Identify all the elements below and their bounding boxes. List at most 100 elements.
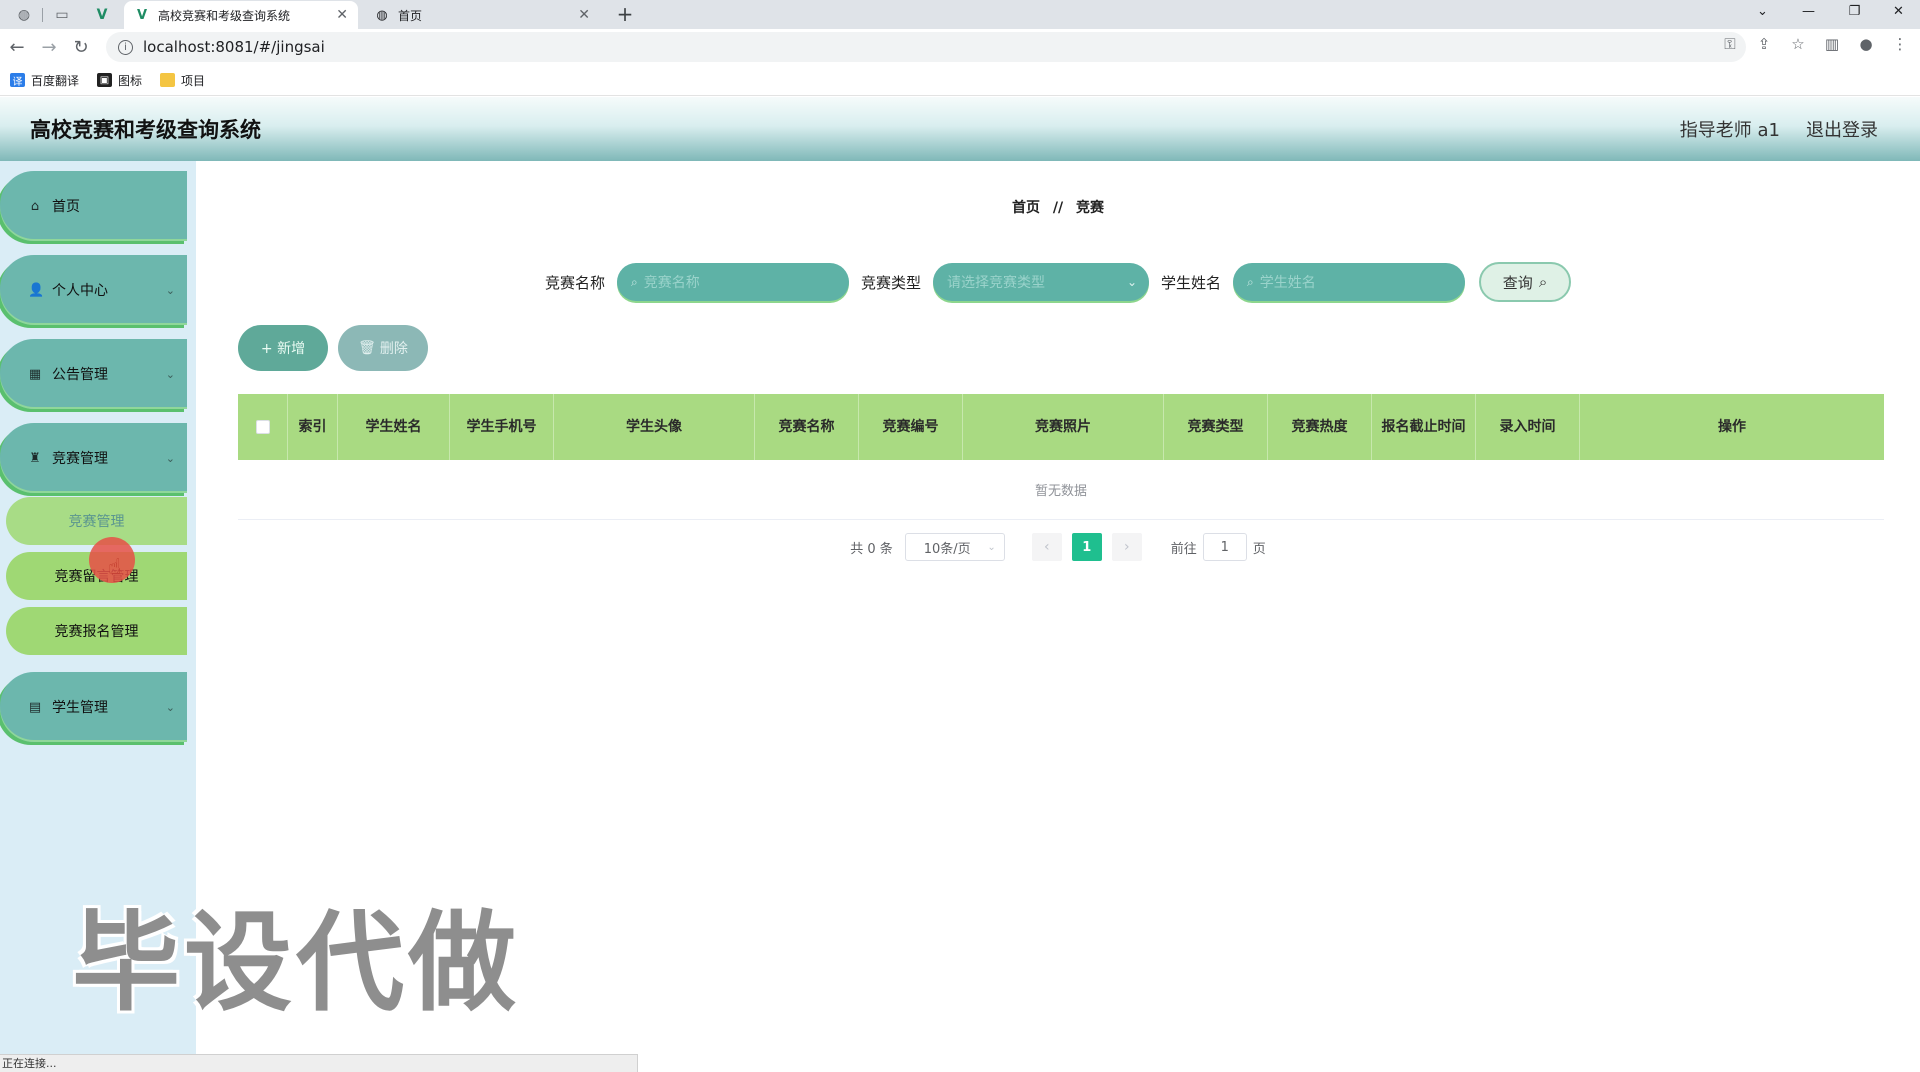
column-header: 学生头像 (554, 394, 755, 460)
back-icon[interactable]: ← (2, 32, 32, 62)
sidepanel-icon[interactable]: ▥ (1822, 35, 1842, 53)
input-placeholder: 学生姓名 (1259, 275, 1316, 291)
bookmark-item[interactable]: 译 百度翻译 (10, 72, 79, 89)
key-icon[interactable]: ⚿ (1720, 35, 1740, 53)
column-header: 索引 (288, 394, 338, 460)
submenu-competition-manage[interactable]: 竞赛管理 (6, 497, 187, 545)
home-icon: ⌂ (30, 198, 40, 214)
page-size-select[interactable]: 10条/页 ⌄ (904, 533, 1005, 561)
query-label: 查询 (1502, 273, 1533, 292)
column-header: 竞赛类型 (1164, 394, 1268, 460)
bookmark-label: 百度翻译 (31, 73, 80, 88)
vue-tab-icon[interactable]: V (88, 3, 116, 27)
translate-icon: 译 (10, 73, 25, 88)
url-field[interactable]: i localhost:8081/#/jingsai (106, 32, 1746, 62)
competition-type-label: 竞赛类型 (860, 273, 921, 292)
column-header: 学生手机号 (450, 394, 554, 460)
hand-cursor-icon: ☝ (108, 555, 122, 580)
tab-search-icon[interactable]: ⌄ (1740, 0, 1785, 22)
search-icon: ⌕ (1538, 273, 1548, 291)
column-header: 竞赛名称 (755, 394, 859, 460)
sidebar-item-profile[interactable]: 👤 个人中心 ⌄ (0, 255, 187, 325)
sidebar-item-notice[interactable]: ▦ 公告管理 ⌄ (0, 339, 187, 409)
bookmarks-bar: 译 百度翻译 ▣ 图标 项目 (0, 65, 1920, 96)
total-count: 共 0 条 (850, 541, 893, 557)
page-size-value: 10条/页 (923, 541, 971, 557)
table-header: 索引 学生姓名 学生手机号 学生头像 竞赛名称 竞赛编号 竞赛照片 竞赛类型 竞… (238, 394, 1884, 460)
chevron-down-icon: ⌄ (165, 700, 175, 714)
student-name-input[interactable]: ⌕ 学生姓名 (1233, 263, 1466, 301)
competition-name-input[interactable]: ⌕ 竞赛名称 (616, 263, 849, 301)
tab-home[interactable]: ◍ 首页 ✕ (364, 1, 600, 29)
folder-icon (160, 73, 176, 87)
page-jumper: 前往 1 页 (1171, 533, 1266, 561)
select-all-checkbox[interactable] (255, 420, 270, 434)
bookmark-item[interactable]: ▣ 图标 (97, 72, 142, 89)
select-all-cell (238, 394, 288, 460)
sidebar-item-label: 学生管理 (52, 700, 108, 716)
new-tab-button[interactable]: + (612, 1, 638, 27)
image-icon: ▣ (97, 73, 113, 87)
browser-tab-strip: ◍ ▭ V V 高校竞赛和考级查询系统 ✕ ◍ 首页 ✕ + ⌄ — ❐ ✕ (0, 0, 1920, 29)
data-table: 索引 学生姓名 学生手机号 学生头像 竞赛名称 竞赛编号 竞赛照片 竞赛类型 竞… (238, 394, 1884, 520)
sidebar-item-competition[interactable]: ♜ 竞赛管理 ⌄ (0, 423, 187, 493)
info-icon[interactable]: i (118, 39, 133, 55)
competition-type-select[interactable]: 请选择竞赛类型 ⌄ (933, 263, 1149, 301)
column-header: 学生姓名 (338, 394, 450, 460)
chevron-down-icon: ⌄ (987, 541, 996, 553)
column-header: 竞赛热度 (1268, 394, 1372, 460)
competition-name-label: 竞赛名称 (544, 273, 605, 292)
select-placeholder: 请选择竞赛类型 (947, 275, 1045, 291)
tab-title: 首页 (398, 8, 423, 23)
query-button[interactable]: 查询 ⌕ (1479, 262, 1572, 302)
empty-state: 暂无数据 (238, 460, 1884, 520)
restore-button[interactable]: ❐ (1832, 0, 1877, 22)
close-icon[interactable]: ✕ (578, 7, 590, 23)
breadcrumb-home[interactable]: 首页 (1012, 200, 1040, 216)
bookmark-item[interactable]: 项目 (160, 72, 205, 89)
app-header: 高校竞赛和考级查询系统 指导老师 a1 退出登录 (0, 97, 1920, 161)
close-icon[interactable]: ✕ (336, 7, 348, 23)
sidebar-item-home[interactable]: ⌂ 首页 (0, 171, 187, 241)
chevron-down-icon: ⌄ (165, 283, 175, 297)
student-name-label: 学生姓名 (1161, 273, 1222, 292)
next-page-button[interactable]: › (1111, 533, 1142, 561)
logout-link[interactable]: 退出登录 (1806, 116, 1878, 142)
current-user: 指导老师 a1 (1679, 120, 1780, 141)
input-placeholder: 竞赛名称 (643, 275, 700, 291)
globe-icon[interactable]: ◍ (10, 3, 38, 27)
add-button[interactable]: + 新增 (238, 325, 328, 371)
minimize-button[interactable]: — (1786, 0, 1831, 22)
column-header: 竞赛编号 (859, 394, 963, 460)
share-icon[interactable]: ⇪ (1754, 35, 1774, 53)
sidebar-item-label: 公告管理 (52, 367, 108, 383)
reload-icon[interactable]: ↻ (66, 32, 96, 62)
submenu-competition-signup[interactable]: 竞赛报名管理 (6, 607, 187, 655)
toolbar-icons: ⚿ ⇪ ☆ ▥ ● ⋮ (1720, 35, 1910, 53)
trash-icon: 🗑 (358, 340, 376, 356)
breadcrumb: 首页 // 竞赛 (196, 197, 1920, 217)
star-icon[interactable]: ☆ (1788, 35, 1808, 53)
column-header: 报名截止时间 (1372, 394, 1476, 460)
chevron-down-icon: ⌄ (1126, 275, 1137, 289)
blank-tab-icon[interactable]: ▭ (48, 3, 76, 27)
globe-icon: ◍ (376, 7, 388, 23)
search-icon: ⌕ (630, 274, 638, 289)
prev-page-button[interactable]: ‹ (1031, 533, 1062, 561)
page-number[interactable]: 1 (1071, 533, 1102, 561)
menu-icon[interactable]: ⋮ (1890, 35, 1910, 53)
watermark-text: 毕设代做 (72, 901, 521, 1026)
goto-input[interactable]: 1 (1202, 533, 1247, 561)
profile-icon[interactable]: ● (1856, 35, 1876, 53)
window-close-button[interactable]: ✕ (1876, 0, 1920, 22)
delete-button[interactable]: 🗑 删除 (338, 325, 428, 371)
search-icon: ⌕ (1247, 274, 1254, 289)
sidebar-item-student[interactable]: ▤ 学生管理 ⌄ (0, 672, 187, 742)
goto-label: 前往 (1170, 541, 1197, 557)
tab-active[interactable]: V 高校竞赛和考级查询系统 ✕ (124, 1, 358, 29)
user-area: 指导老师 a1 退出登录 (1680, 116, 1878, 142)
sidebar-item-label: 竞赛管理 (52, 451, 108, 467)
breadcrumb-current: 竞赛 (1075, 200, 1104, 216)
sidebar-item-label: 首页 (52, 199, 80, 215)
forward-icon[interactable]: → (34, 32, 64, 62)
